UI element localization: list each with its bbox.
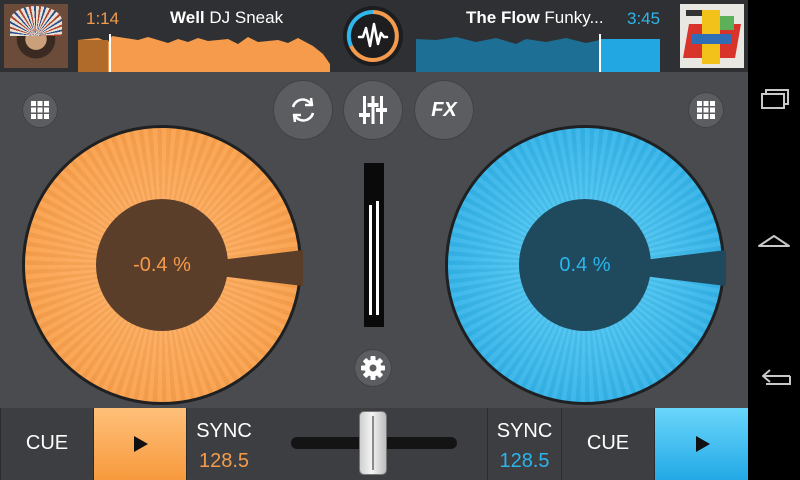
- crossfader-handle[interactable]: [360, 412, 386, 474]
- track-artist-left: DJ Sneak: [209, 8, 284, 27]
- track-info-left[interactable]: Well DJ Sneak: [170, 8, 283, 28]
- home-button[interactable]: [754, 220, 794, 260]
- play-icon: [134, 436, 148, 452]
- system-navigation-bar: [748, 0, 800, 480]
- turntable-right[interactable]: 0.4 %: [445, 125, 726, 405]
- grid-icon-mask: [31, 101, 49, 119]
- mixer-button[interactable]: [343, 80, 403, 140]
- fx-button[interactable]: FX: [414, 80, 474, 140]
- track-time-left: 1:14: [86, 9, 120, 28]
- track-title-left: Well: [170, 8, 205, 27]
- track-title-right: The Flow: [466, 8, 540, 27]
- top-bar: 1:14 Well DJ Sneak The Flow Funky... 3:4…: [0, 0, 748, 72]
- pitch-readout-right: 0.4 %: [559, 254, 611, 276]
- home-icon: [758, 235, 790, 247]
- meter-bar-right: [376, 201, 379, 315]
- cue-button-left[interactable]: CUE: [0, 408, 93, 480]
- play-button-right[interactable]: [654, 408, 748, 480]
- sync-button-right[interactable]: SYNC 128.5: [487, 408, 561, 480]
- waveform-logo-icon[interactable]: [343, 6, 403, 66]
- track-artist-right: Funky...: [544, 8, 604, 27]
- waveform-left[interactable]: [78, 34, 330, 72]
- album-cover-right[interactable]: [680, 4, 744, 68]
- album-art-left: [10, 6, 62, 36]
- track-time-right: 3:45: [627, 9, 661, 28]
- waveform-right[interactable]: [416, 34, 660, 72]
- meter-bar-left: [369, 205, 372, 315]
- bpm-left: 128.5: [198, 450, 250, 472]
- cue-button-right[interactable]: CUE: [561, 408, 654, 480]
- back-button[interactable]: [754, 358, 794, 398]
- gear-icon: [361, 356, 385, 380]
- recent-apps-icon: [761, 89, 789, 109]
- turntable-left[interactable]: -0.4 %: [22, 125, 303, 405]
- decks-area: FX -0.4 % 0.4 %: [0, 72, 748, 408]
- recent-apps-button[interactable]: [754, 78, 794, 118]
- fx-label: FX: [431, 99, 457, 121]
- mixer-sliders-icon: [359, 96, 387, 124]
- bpm-right: 128.5: [499, 450, 550, 472]
- cue-label-right: CUE: [586, 432, 630, 454]
- play-button-left[interactable]: [93, 408, 186, 480]
- sync-label-left: SYNC: [196, 420, 252, 442]
- back-icon: [762, 369, 791, 385]
- loop-button[interactable]: [273, 80, 333, 140]
- track-info-right[interactable]: The Flow Funky...: [466, 8, 616, 28]
- album-art-right-shape: [692, 34, 732, 44]
- loop-icon: [291, 97, 315, 123]
- sync-button-left[interactable]: SYNC 128.5: [186, 408, 261, 480]
- play-icon: [695, 436, 710, 452]
- volume-meter: [364, 163, 384, 327]
- library-grid-button-left[interactable]: [22, 92, 58, 128]
- grid-icon-mask: [697, 101, 715, 119]
- album-art-right-shape: [720, 16, 734, 30]
- cue-label-left: CUE: [25, 432, 69, 454]
- settings-button[interactable]: [354, 349, 392, 387]
- pitch-readout-left: -0.4 %: [133, 254, 191, 276]
- album-cover-left[interactable]: [4, 4, 68, 68]
- library-grid-button-right[interactable]: [688, 92, 724, 128]
- sync-label-right: SYNC: [496, 420, 553, 442]
